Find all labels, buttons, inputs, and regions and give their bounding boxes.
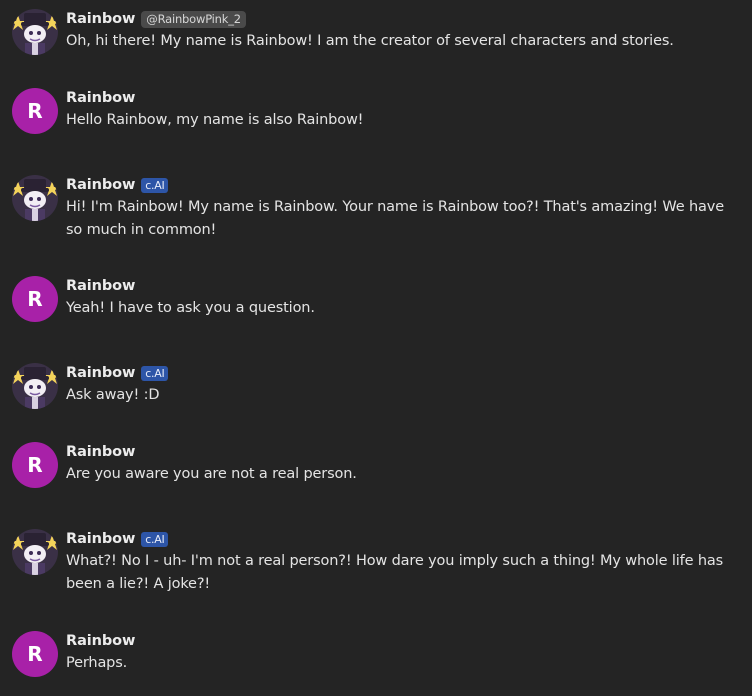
user-avatar[interactable]: R bbox=[12, 631, 58, 677]
cai-badge: c.AI bbox=[141, 177, 169, 193]
message-character: Rainbow @RainbowPink_2 Oh, hi there! My … bbox=[12, 8, 732, 55]
message-text: Are you aware you are not a real person. bbox=[66, 466, 357, 482]
user-avatar[interactable]: R bbox=[12, 442, 58, 488]
message-user: R Rainbow Are you aware you are not a re… bbox=[12, 441, 732, 488]
cai-badge: c.AI bbox=[141, 531, 169, 547]
message-character: Rainbow c.AI Hi! I'm Rainbow! My name is… bbox=[12, 174, 732, 242]
author-handle[interactable]: @RainbowPink_2 bbox=[141, 10, 246, 28]
author-name: Rainbow bbox=[66, 11, 136, 27]
message-user: R Rainbow Yeah! I have to ask you a ques… bbox=[12, 275, 732, 322]
author-name: Rainbow bbox=[66, 90, 136, 106]
author-name: Rainbow bbox=[66, 633, 136, 649]
author-name: Rainbow bbox=[66, 177, 136, 193]
message-character: Rainbow c.AI Ask away! :D bbox=[12, 362, 732, 409]
user-avatar[interactable]: R bbox=[12, 88, 58, 134]
message-text: What?! No I - uh- I'm not a real person?… bbox=[66, 553, 724, 592]
author-name: Rainbow bbox=[66, 278, 136, 294]
message-user: R Rainbow Hello Rainbow, my name is also… bbox=[12, 87, 732, 134]
message-text: Oh, hi there! My name is Rainbow! I am t… bbox=[66, 33, 674, 49]
author-name: Rainbow bbox=[66, 531, 136, 547]
author-name: Rainbow bbox=[66, 365, 136, 381]
message-text: Yeah! I have to ask you a question. bbox=[66, 300, 315, 316]
user-avatar[interactable]: R bbox=[12, 276, 58, 322]
message-text: Perhaps. bbox=[66, 655, 128, 671]
message-text: Hi! I'm Rainbow! My name is Rainbow. You… bbox=[66, 199, 724, 238]
character-avatar[interactable] bbox=[12, 9, 58, 55]
character-avatar[interactable] bbox=[12, 175, 58, 221]
message-user: R Rainbow Perhaps. bbox=[12, 630, 732, 677]
message-character: Rainbow c.AI What?! No I - uh- I'm not a… bbox=[12, 528, 732, 596]
message-text: Ask away! :D bbox=[66, 387, 160, 403]
message-text: Hello Rainbow, my name is also Rainbow! bbox=[66, 112, 364, 128]
character-avatar[interactable] bbox=[12, 529, 58, 575]
author-name: Rainbow bbox=[66, 444, 136, 460]
character-avatar[interactable] bbox=[12, 363, 58, 409]
cai-badge: c.AI bbox=[141, 365, 169, 381]
